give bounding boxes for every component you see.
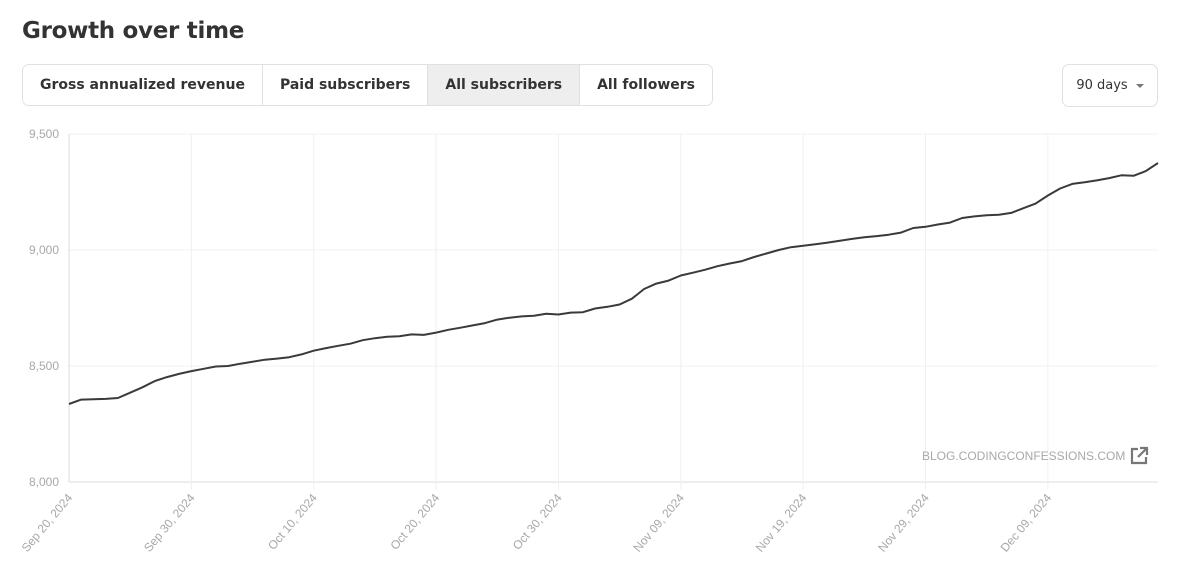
y-tick-label: 9,500	[29, 127, 59, 141]
chart-grid	[68, 133, 1158, 490]
x-tick-label: Nov 09, 2024	[630, 491, 687, 555]
external-link-icon	[1131, 446, 1149, 465]
watermark-link[interactable]: BLOG.CODINGCONFESSIONS.COM	[922, 446, 1149, 466]
series-line-all-subscribers	[68, 162, 1159, 405]
x-tick-label: Oct 10, 2024	[265, 491, 320, 553]
x-tick-label: Oct 30, 2024	[510, 491, 565, 553]
x-axis: Sep 20, 2024 Sep 30, 2024 Oct 10, 2024 Oct …	[19, 491, 1055, 555]
x-tick-label: Sep 20, 2024	[19, 491, 76, 555]
x-tick-label: Sep 30, 2024	[141, 491, 198, 555]
y-axis: 8,000 8,500 9,000 9,500	[29, 127, 59, 489]
growth-chart: 8,000 8,500 9,000 9,500 Sep 20, 2024 Sep 30,…	[19, 127, 1159, 555]
x-tick-label: Oct 20, 2024	[387, 491, 442, 553]
x-tick-label: Nov 19, 2024	[753, 491, 810, 555]
watermark-text: BLOG.CODINGCONFESSIONS.COM	[922, 449, 1126, 463]
x-tick-label: Dec 09, 2024	[998, 491, 1055, 555]
y-tick-label: 8,500	[29, 359, 59, 373]
y-tick-label: 8,000	[29, 475, 59, 489]
x-tick-label: Nov 29, 2024	[875, 491, 932, 555]
y-tick-label: 9,000	[29, 243, 59, 257]
